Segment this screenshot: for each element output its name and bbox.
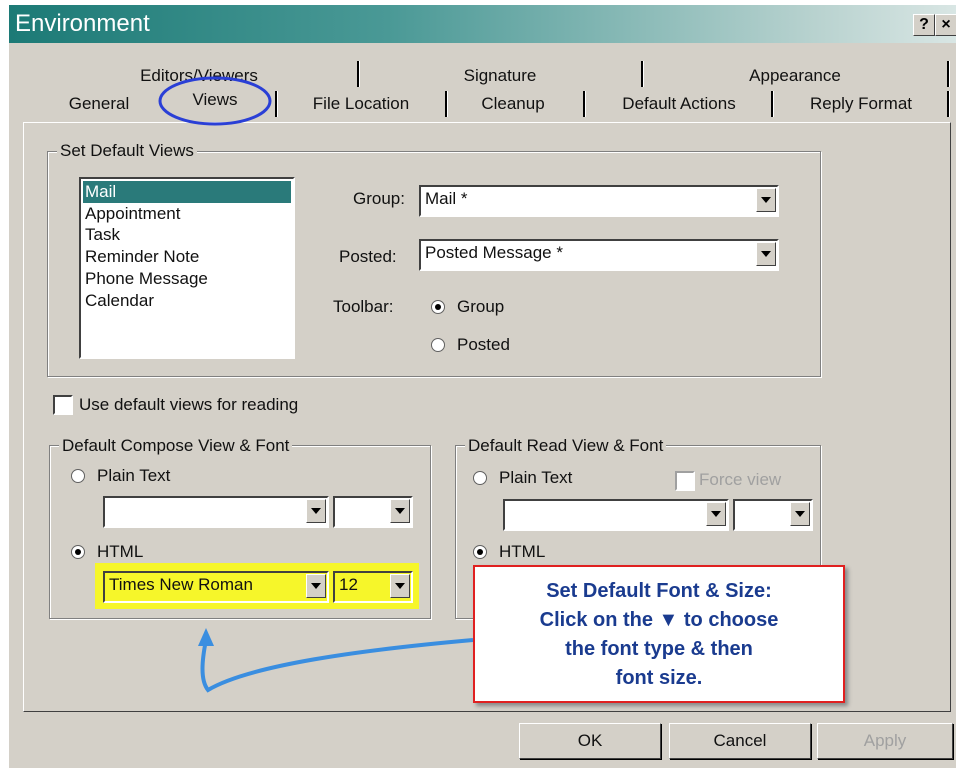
callout-line: the font type & then bbox=[565, 638, 753, 660]
tab-divider bbox=[357, 61, 360, 87]
read-html-label: HTML bbox=[499, 542, 546, 561]
help-button[interactable]: ? bbox=[913, 14, 935, 36]
group-label: Group: bbox=[353, 189, 405, 208]
read-plain-text-radio[interactable] bbox=[473, 471, 487, 485]
force-view-label: Force view bbox=[699, 470, 782, 489]
group-dropdown[interactable]: Mail * bbox=[419, 185, 779, 217]
tab-divider bbox=[275, 91, 278, 117]
read-plain-text-label: Plain Text bbox=[499, 468, 573, 487]
tab-signature[interactable]: Signature bbox=[361, 61, 639, 91]
toolbar-group-label: Group bbox=[457, 297, 505, 316]
tab-divider bbox=[947, 91, 950, 117]
tab-views[interactable]: Views bbox=[165, 85, 265, 115]
read-plain-font-dropdown[interactable] bbox=[503, 499, 729, 531]
chevron-down-icon[interactable] bbox=[790, 502, 810, 526]
tab-cleanup[interactable]: Cleanup bbox=[451, 89, 575, 119]
list-item[interactable]: Task bbox=[83, 224, 291, 246]
tab-divider bbox=[641, 61, 644, 87]
close-button[interactable]: × bbox=[935, 14, 956, 36]
force-view-checkbox[interactable] bbox=[675, 471, 695, 491]
compose-font-value: Times New Roman bbox=[109, 575, 253, 594]
toolbar-posted-label: Posted bbox=[457, 335, 510, 354]
posted-value: Posted Message * bbox=[425, 243, 563, 262]
tab-default-actions[interactable]: Default Actions bbox=[589, 89, 769, 119]
chevron-down-icon[interactable] bbox=[306, 499, 326, 523]
window-title: Environment bbox=[15, 10, 150, 37]
tab-divider bbox=[771, 91, 774, 117]
tab-divider bbox=[445, 91, 448, 117]
list-item[interactable]: Calendar bbox=[83, 290, 291, 312]
chevron-down-icon[interactable] bbox=[390, 499, 410, 523]
compose-plain-text-radio[interactable] bbox=[71, 469, 85, 483]
tab-general[interactable]: General bbox=[49, 89, 149, 119]
toolbar-posted-radio[interactable] bbox=[431, 338, 445, 352]
toolbar-group-radio[interactable] bbox=[431, 300, 445, 314]
ok-button[interactable]: OK bbox=[519, 723, 661, 759]
tab-file-location[interactable]: File Location bbox=[281, 89, 441, 119]
compose-html-font-dropdown[interactable]: Times New Roman bbox=[103, 571, 329, 603]
tab-divider bbox=[583, 91, 586, 117]
set-default-views-legend: Set Default Views bbox=[57, 141, 197, 161]
chevron-down-icon[interactable] bbox=[756, 188, 776, 212]
compose-html-label: HTML bbox=[97, 542, 144, 561]
callout-line: Click on the ▼ to choose bbox=[539, 609, 779, 631]
chevron-down-icon[interactable] bbox=[390, 574, 410, 598]
read-plain-size-dropdown[interactable] bbox=[733, 499, 813, 531]
apply-button[interactable]: Apply bbox=[817, 723, 953, 759]
tab-reply-format[interactable]: Reply Format bbox=[779, 89, 943, 119]
tab-divider bbox=[947, 61, 950, 87]
compose-html-radio[interactable] bbox=[71, 545, 85, 559]
callout-box: Set Default Font & Size: Click on the ▼ … bbox=[473, 565, 845, 703]
tab-appearance[interactable]: Appearance bbox=[645, 61, 945, 91]
chevron-down-icon[interactable] bbox=[306, 574, 326, 598]
cancel-button[interactable]: Cancel bbox=[669, 723, 811, 759]
group-value: Mail * bbox=[425, 189, 468, 208]
compose-plain-font-dropdown[interactable] bbox=[103, 496, 329, 528]
compose-view-legend: Default Compose View & Font bbox=[59, 436, 293, 456]
title-bar[interactable]: Environment ? × bbox=[9, 5, 956, 43]
use-default-views-checkbox[interactable] bbox=[53, 395, 73, 415]
posted-dropdown[interactable]: Posted Message * bbox=[419, 239, 779, 271]
chevron-down-icon[interactable] bbox=[756, 242, 776, 266]
chevron-down-icon[interactable] bbox=[706, 502, 726, 526]
read-view-legend: Default Read View & Font bbox=[465, 436, 667, 456]
compose-plain-text-label: Plain Text bbox=[97, 466, 171, 485]
callout-line: font size. bbox=[615, 667, 703, 689]
compose-plain-size-dropdown[interactable] bbox=[333, 496, 413, 528]
list-item[interactable]: Appointment bbox=[83, 203, 291, 225]
read-html-radio[interactable] bbox=[473, 545, 487, 559]
list-item[interactable]: Reminder Note bbox=[83, 246, 291, 268]
compose-html-size-dropdown[interactable]: 12 bbox=[333, 571, 413, 603]
views-listbox[interactable]: Mail Appointment Task Reminder Note Phon… bbox=[79, 177, 295, 359]
list-item[interactable]: Phone Message bbox=[83, 268, 291, 290]
list-item[interactable]: Mail bbox=[83, 181, 291, 203]
toolbar-label: Toolbar: bbox=[333, 297, 394, 316]
use-default-views-label: Use default views for reading bbox=[79, 395, 299, 414]
callout-line: Set Default Font & Size: bbox=[546, 580, 772, 602]
compose-size-value: 12 bbox=[339, 575, 358, 594]
posted-label: Posted: bbox=[339, 247, 397, 266]
